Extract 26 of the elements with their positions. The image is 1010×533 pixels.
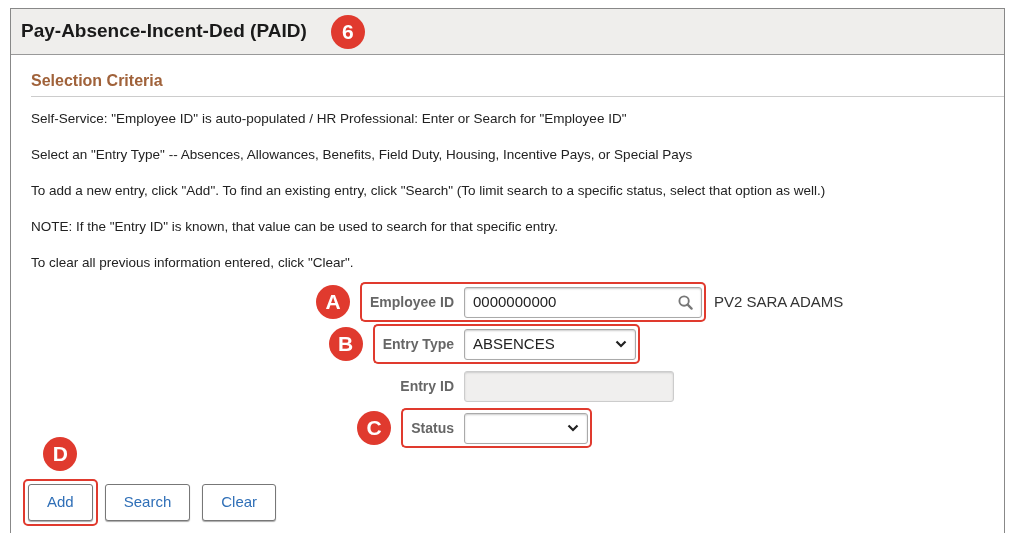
callout-badge: D	[43, 437, 78, 471]
instruction-text: To add a new entry, click "Add". To find an existing entry, click "Search" (To limit search to a specific status, select that option as well.)	[31, 182, 827, 200]
chevron-down-icon	[567, 424, 579, 432]
action-button[interactable]: Search	[104, 484, 191, 521]
callout-badge: C	[357, 411, 392, 445]
action-button[interactable]: Add	[28, 484, 93, 521]
dropdown-field[interactable]	[464, 412, 588, 444]
field-label: Entry ID	[400, 376, 454, 396]
instruction-text: Select an "Entry Type" -- Absences, Allowances, Benefits, Field Duty, Housing, Incentive Pays, or Special Pays	[31, 146, 694, 164]
search-field[interactable]: 0000000000	[464, 286, 702, 318]
instruction-text: Self-Service: "Employee ID" is auto-populated / HR Professional: Enter or Search for "Employee ID"	[31, 110, 628, 128]
field-label: Status	[411, 418, 454, 438]
instruction-text: To clear all previous information entered, click "Clear".	[31, 254, 355, 272]
action-button[interactable]: Clear	[202, 484, 277, 521]
chevron-down-icon	[615, 340, 627, 348]
dropdown-field[interactable]: ABSENCES	[464, 328, 636, 360]
callout-badge: 6	[330, 14, 365, 49]
field-label: Employee ID	[369, 292, 454, 312]
callout-badge: B	[328, 327, 363, 361]
search-icon[interactable]	[678, 294, 693, 310]
instruction-text: NOTE: If the "Entry ID" is known, that value can be used to search for that specific entry.	[31, 218, 560, 236]
employee-name: PV2 SARA ADAMS	[714, 291, 844, 312]
field-label: Entry Type	[382, 334, 454, 354]
page-title: Pay-Absence-Incent-Ded (PAID)	[21, 19, 307, 44]
callout-badge: A	[315, 285, 350, 319]
section-heading: Selection Criteria	[31, 69, 1004, 97]
